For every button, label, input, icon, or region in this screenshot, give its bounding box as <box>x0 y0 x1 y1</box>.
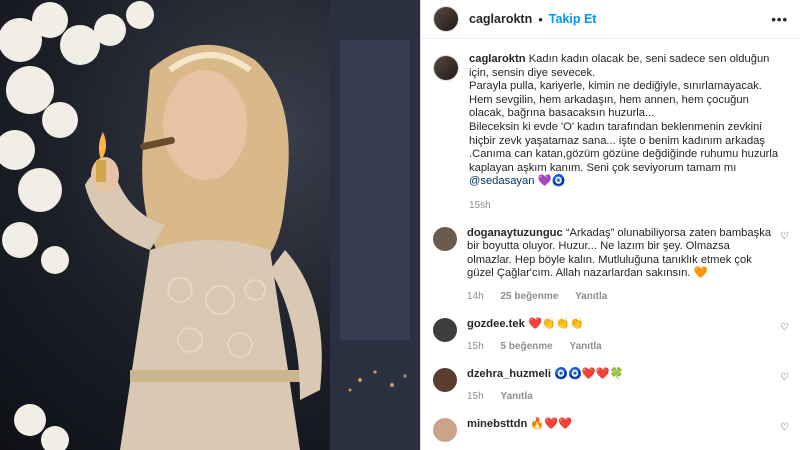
heart-outline-icon[interactable]: ♡ <box>780 372 790 383</box>
caption-line: Hem sevgilin, hem arkadaşın, hem annen, … <box>469 93 749 106</box>
comment-line: 🔥❤️❤️ <box>530 417 573 430</box>
comment-line: ❤️👏👏👏 <box>527 317 584 330</box>
caption-line: olacak, bağrına basacaksın huzurla... <box>469 107 655 120</box>
comment-text: minebsttdn 🔥❤️❤️ <box>467 418 772 442</box>
heart-outline-icon[interactable]: ♡ <box>780 422 790 433</box>
post-header: caglaroktn • Takip Et ••• <box>421 0 800 39</box>
caption-line: Bileceksin ki evde 'O' kadın tarafından … <box>469 120 762 133</box>
caption-line: Parayla pulla, kariyerle, kimin ne dediğ… <box>469 80 762 93</box>
reply-button[interactable]: Yanıtla <box>570 341 602 352</box>
commenter-avatar[interactable] <box>433 367 457 392</box>
commenter-avatar[interactable] <box>433 317 457 342</box>
commenter-avatar[interactable] <box>433 226 457 251</box>
caption-time: 15sh <box>469 199 491 211</box>
author-avatar[interactable] <box>433 6 459 32</box>
comment-item: dzehra_huzmeli 🧿🧿❤️❤️🍀 15h Yanıtla ♡ <box>421 367 800 404</box>
caption-text: caglaroktn Kadın kadın olacak be, seni s… <box>469 53 779 213</box>
comment-text: gozdee.tek ❤️👏👏👏 15h 5 beğenme Yanıtla <box>467 318 772 354</box>
comment-line: bir boyutta oluyor. Huzur... Ne lazım bi… <box>467 240 730 253</box>
post-photo-illustration <box>0 0 420 450</box>
heart-outline-icon[interactable]: ♡ <box>780 322 790 333</box>
commenter-username[interactable]: minebsttdn <box>467 418 527 430</box>
comment-text: doganaytuzunguc “Arkadaş” olunabiliyorsa… <box>467 227 772 304</box>
post-caption: caglaroktn Kadın kadın olacak be, seni s… <box>421 39 800 213</box>
mention-link[interactable]: @sedasayan <box>469 175 534 187</box>
comment-item: doganaytuzunguc “Arkadaş” olunabiliyorsa… <box>421 226 800 304</box>
post-side-panel: caglaroktn • Takip Et ••• caglaroktn Kad… <box>420 0 800 450</box>
header-separator: • <box>538 11 543 27</box>
caption-line: Kadın kadın olacak be, seni sadece sen o… <box>528 53 770 65</box>
caption-line: kaplayan aşkım kanım. Seni çok seviyorum… <box>469 161 737 174</box>
caption-line: için, sensin diye sevecek. <box>469 66 596 79</box>
comment-line: olmazlar. Hep böyle kalın. Mutluluğuna t… <box>467 253 752 266</box>
comment-meta: 14h 25 beğenme Yanıtla <box>467 290 772 304</box>
caption-line: .Canıma can katan,gözüm gözüne değdiğind… <box>469 148 779 161</box>
caption-line: hiçbir zevk yaşatamaz sana... işte o ben… <box>469 134 765 147</box>
author-username[interactable]: caglaroktn <box>469 12 532 26</box>
comment-line: 🧿🧿❤️❤️🍀 <box>554 367 624 380</box>
comment-line: “Arkadaş” olunabiliyorsa zaten bambaşka <box>565 226 772 239</box>
comment-time: 15h <box>467 391 484 403</box>
comment-time: 15h <box>467 341 484 353</box>
reply-button[interactable]: Yanıtla <box>500 391 532 402</box>
mention-emoji: 💜🧿 <box>537 175 566 188</box>
follow-button[interactable]: Takip Et <box>549 12 597 26</box>
comment-likes[interactable]: 5 beğenme <box>500 341 552 352</box>
commenter-avatar[interactable] <box>433 417 457 442</box>
instagram-post-view: caglaroktn • Takip Et ••• caglaroktn Kad… <box>0 0 800 450</box>
heart-outline-icon[interactable]: ♡ <box>780 231 790 242</box>
comment-item: minebsttdn 🔥❤️❤️ ♡ <box>421 417 800 442</box>
caption-username[interactable]: caglaroktn <box>469 53 526 65</box>
comment-likes[interactable]: 25 beğenme <box>500 291 558 302</box>
comment-item: gozdee.tek ❤️👏👏👏 15h 5 beğenme Yanıtla ♡ <box>421 317 800 354</box>
commenter-username[interactable]: dzehra_huzmeli <box>467 368 551 380</box>
commenter-username[interactable]: gozdee.tek <box>467 318 525 330</box>
post-photo[interactable] <box>0 0 420 450</box>
comment-line: güzel Çağlar'cım. Allah nazarlardan sakı… <box>467 267 708 280</box>
commenter-username[interactable]: doganaytuzunguc <box>467 227 563 239</box>
reply-button[interactable]: Yanıtla <box>575 291 607 302</box>
caption-author-avatar[interactable] <box>433 55 459 81</box>
comment-meta: 15h 5 beğenme Yanıtla <box>467 340 772 354</box>
comment-time: 14h <box>467 290 484 302</box>
more-options-icon[interactable]: ••• <box>771 12 788 27</box>
comment-text: dzehra_huzmeli 🧿🧿❤️❤️🍀 15h Yanıtla <box>467 368 772 404</box>
comment-meta: 15h Yanıtla <box>467 390 772 404</box>
